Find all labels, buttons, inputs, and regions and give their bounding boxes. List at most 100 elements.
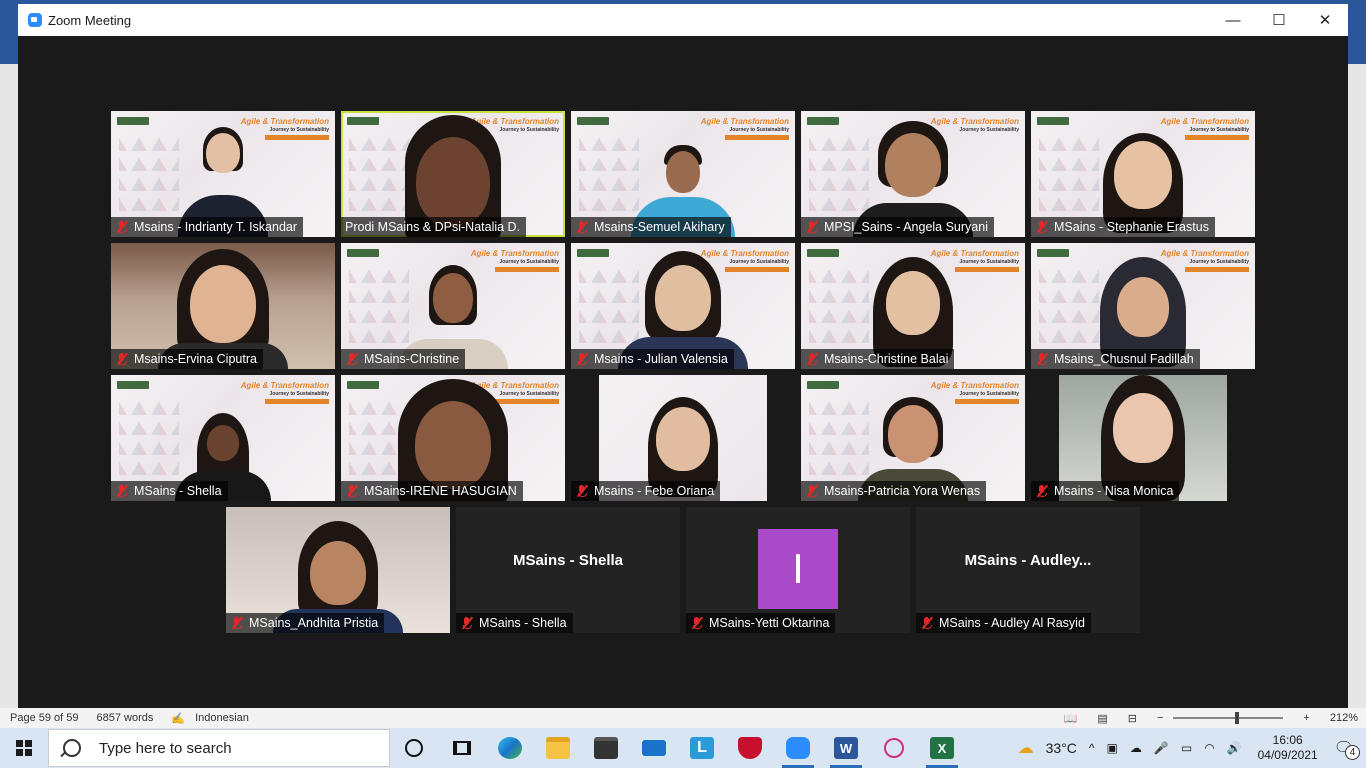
word-page-margin-left — [0, 64, 18, 708]
clock[interactable]: 16:06 04/09/2021 — [1258, 733, 1318, 763]
slide-title: Agile & Transformation — [930, 249, 1019, 258]
read-mode-icon[interactable]: 📖 — [1064, 712, 1078, 725]
language[interactable]: Indonesian — [195, 712, 249, 724]
video-tile[interactable]: Agile & Transformation Journey to Sustai… — [341, 375, 565, 501]
show-hidden-icons-icon[interactable]: ^ — [1089, 741, 1095, 755]
volume-icon[interactable]: 🔊 — [1227, 741, 1242, 755]
zoom-in-button[interactable]: + — [1303, 712, 1309, 724]
mic-muted-icon — [1035, 220, 1049, 234]
print-layout-icon[interactable]: ▤ — [1097, 712, 1107, 725]
task-view-icon[interactable] — [438, 728, 486, 768]
participant-name-tag: Msains - Indrianty T. Iskandar — [111, 217, 304, 237]
slide-subtitle: Journey to Sustainability — [269, 391, 329, 397]
word-count[interactable]: 6857 words — [97, 712, 154, 724]
participant-name-tag: MSains - Shella — [111, 481, 228, 501]
slide-subtitle: Journey to Sustainability — [959, 127, 1019, 133]
mic-muted-icon — [575, 220, 589, 234]
store-icon[interactable] — [582, 728, 630, 768]
participant-name-tag: MSains_Andhita Pristia — [226, 613, 385, 633]
web-layout-icon[interactable]: ⊟ — [1128, 712, 1137, 725]
video-tile[interactable]: Agile & Transformation Journey to Sustai… — [571, 111, 795, 237]
slide-title: Agile & Transformation — [930, 117, 1019, 126]
window-title: Zoom Meeting — [48, 12, 132, 28]
slide-subtitle: Journey to Sustainability — [1189, 259, 1249, 265]
video-tile-no-video[interactable]: MSains - Shella MSains - Shella — [456, 507, 680, 633]
participant-name-tag: Msains-Christine Balai — [801, 349, 955, 369]
mic-muted-icon — [1035, 484, 1049, 498]
video-tile[interactable]: Agile & Transformation Journey to Sustai… — [801, 111, 1025, 237]
page-count[interactable]: Page 59 of 59 — [10, 712, 79, 724]
mic-muted-icon — [460, 616, 474, 630]
excel-icon[interactable]: X — [918, 728, 966, 768]
proofing-icon[interactable]: ✍ — [171, 712, 185, 725]
slide-title: Agile & Transformation — [1160, 249, 1249, 258]
video-tile[interactable]: Msains - Nisa Monica — [1031, 375, 1255, 501]
video-tile-active-speaker[interactable]: Agile & Transformation Journey to Sustai… — [341, 111, 565, 237]
onedrive-sync-icon[interactable]: ☁ — [1130, 741, 1142, 755]
notifications-icon[interactable]: 🗨 4 — [1334, 738, 1360, 760]
slide-subtitle: Journey to Sustainability — [499, 127, 559, 133]
microphone-icon[interactable]: 🎤 — [1154, 741, 1169, 755]
clock-time: 16:06 — [1272, 733, 1303, 747]
taskbar: Type here to search L W X ☁ 33°C ^ ▣ ☁ 🎤… — [0, 728, 1366, 768]
snipping-tool-icon[interactable] — [870, 728, 918, 768]
video-tile-no-video[interactable]: I MSains-Yetti Oktarina — [686, 507, 910, 633]
video-tile[interactable]: MSains_Andhita Pristia — [226, 507, 450, 633]
participant-name-tag: Prodi MSains & DPsi-Natalia D. — [341, 217, 527, 237]
cortana-icon[interactable] — [390, 728, 438, 768]
mic-muted-icon — [115, 220, 129, 234]
slide-title: Agile & Transformation — [1160, 117, 1249, 126]
zoom-logo-icon — [28, 13, 42, 27]
mic-muted-icon — [575, 484, 589, 498]
video-tile[interactable]: Agile & Transformation Journey to Sustai… — [801, 243, 1025, 369]
weather-icon[interactable]: ☁ — [1018, 738, 1034, 758]
video-tile[interactable]: Agile & Transformation Journey to Sustai… — [1031, 243, 1255, 369]
notification-count: 4 — [1345, 745, 1360, 760]
zoom-level[interactable]: 212% — [1330, 712, 1358, 724]
video-tile[interactable]: Agile & Transformation Journey to Sustai… — [1031, 111, 1255, 237]
taskbar-search[interactable]: Type here to search — [48, 729, 390, 767]
slide-subtitle: Journey to Sustainability — [729, 127, 789, 133]
mic-muted-icon — [575, 352, 589, 366]
search-icon — [63, 739, 81, 757]
camera-icon[interactable]: ▣ — [1107, 741, 1118, 755]
word-icon[interactable]: W — [822, 728, 870, 768]
video-tile[interactable]: Agile & Transformation Journey to Sustai… — [801, 375, 1025, 501]
mic-muted-icon — [690, 616, 704, 630]
participant-name-tag: MSains-Yetti Oktarina — [686, 613, 836, 633]
avatar: I — [758, 529, 838, 609]
battery-icon[interactable]: ▭ — [1181, 741, 1192, 755]
weather-temperature[interactable]: 33°C — [1046, 740, 1077, 756]
participant-name-tag: MSains - Stephanie Erastus — [1031, 217, 1215, 237]
video-tile[interactable]: Agile & Transformation Journey to Sustai… — [111, 375, 335, 501]
zoom-taskbar-icon[interactable] — [774, 728, 822, 768]
mic-muted-icon — [345, 352, 359, 366]
mail-icon[interactable] — [630, 728, 678, 768]
slide-title: Agile & Transformation — [240, 117, 329, 126]
video-tile[interactable]: Agile & Transformation Journey to Sustai… — [111, 111, 335, 237]
zoom-out-button[interactable]: − — [1157, 712, 1163, 724]
learning-app-icon[interactable]: L — [678, 728, 726, 768]
video-tile[interactable]: Msains - Febe Oriana — [571, 375, 795, 501]
mcafee-icon[interactable] — [726, 728, 774, 768]
video-tile[interactable]: Agile & Transformation Journey to Sustai… — [571, 243, 795, 369]
mic-muted-icon — [805, 352, 819, 366]
zoom-slider[interactable] — [1173, 712, 1284, 724]
participant-name-tag: Msains_Chusnul Fadillah — [1031, 349, 1200, 369]
file-explorer-icon[interactable] — [534, 728, 582, 768]
minimize-button[interactable]: — — [1210, 4, 1256, 36]
start-button[interactable] — [0, 728, 48, 768]
mic-muted-icon — [115, 352, 129, 366]
system-tray: ☁ 33°C ^ ▣ ☁ 🎤 ▭ ◠ 🔊 16:06 04/09/2021 🗨 4 — [1012, 728, 1366, 768]
maximize-button[interactable]: ☐ — [1256, 4, 1302, 36]
gallery-view: Agile & Transformation Journey to Sustai… — [18, 36, 1348, 708]
video-tile[interactable]: Msains-Ervina Ciputra — [111, 243, 335, 369]
slide-subtitle: Journey to Sustainability — [729, 259, 789, 265]
slide-subtitle: Journey to Sustainability — [959, 391, 1019, 397]
close-button[interactable]: ✕ — [1302, 4, 1348, 36]
edge-icon[interactable] — [486, 728, 534, 768]
video-tile[interactable]: Agile & Transformation Journey to Sustai… — [341, 243, 565, 369]
participant-name-tag: Msains - Febe Oriana — [571, 481, 721, 501]
video-tile-no-video[interactable]: MSains - Audley... MSains - Audley Al Ra… — [916, 507, 1140, 633]
wifi-icon[interactable]: ◠ — [1204, 741, 1214, 755]
